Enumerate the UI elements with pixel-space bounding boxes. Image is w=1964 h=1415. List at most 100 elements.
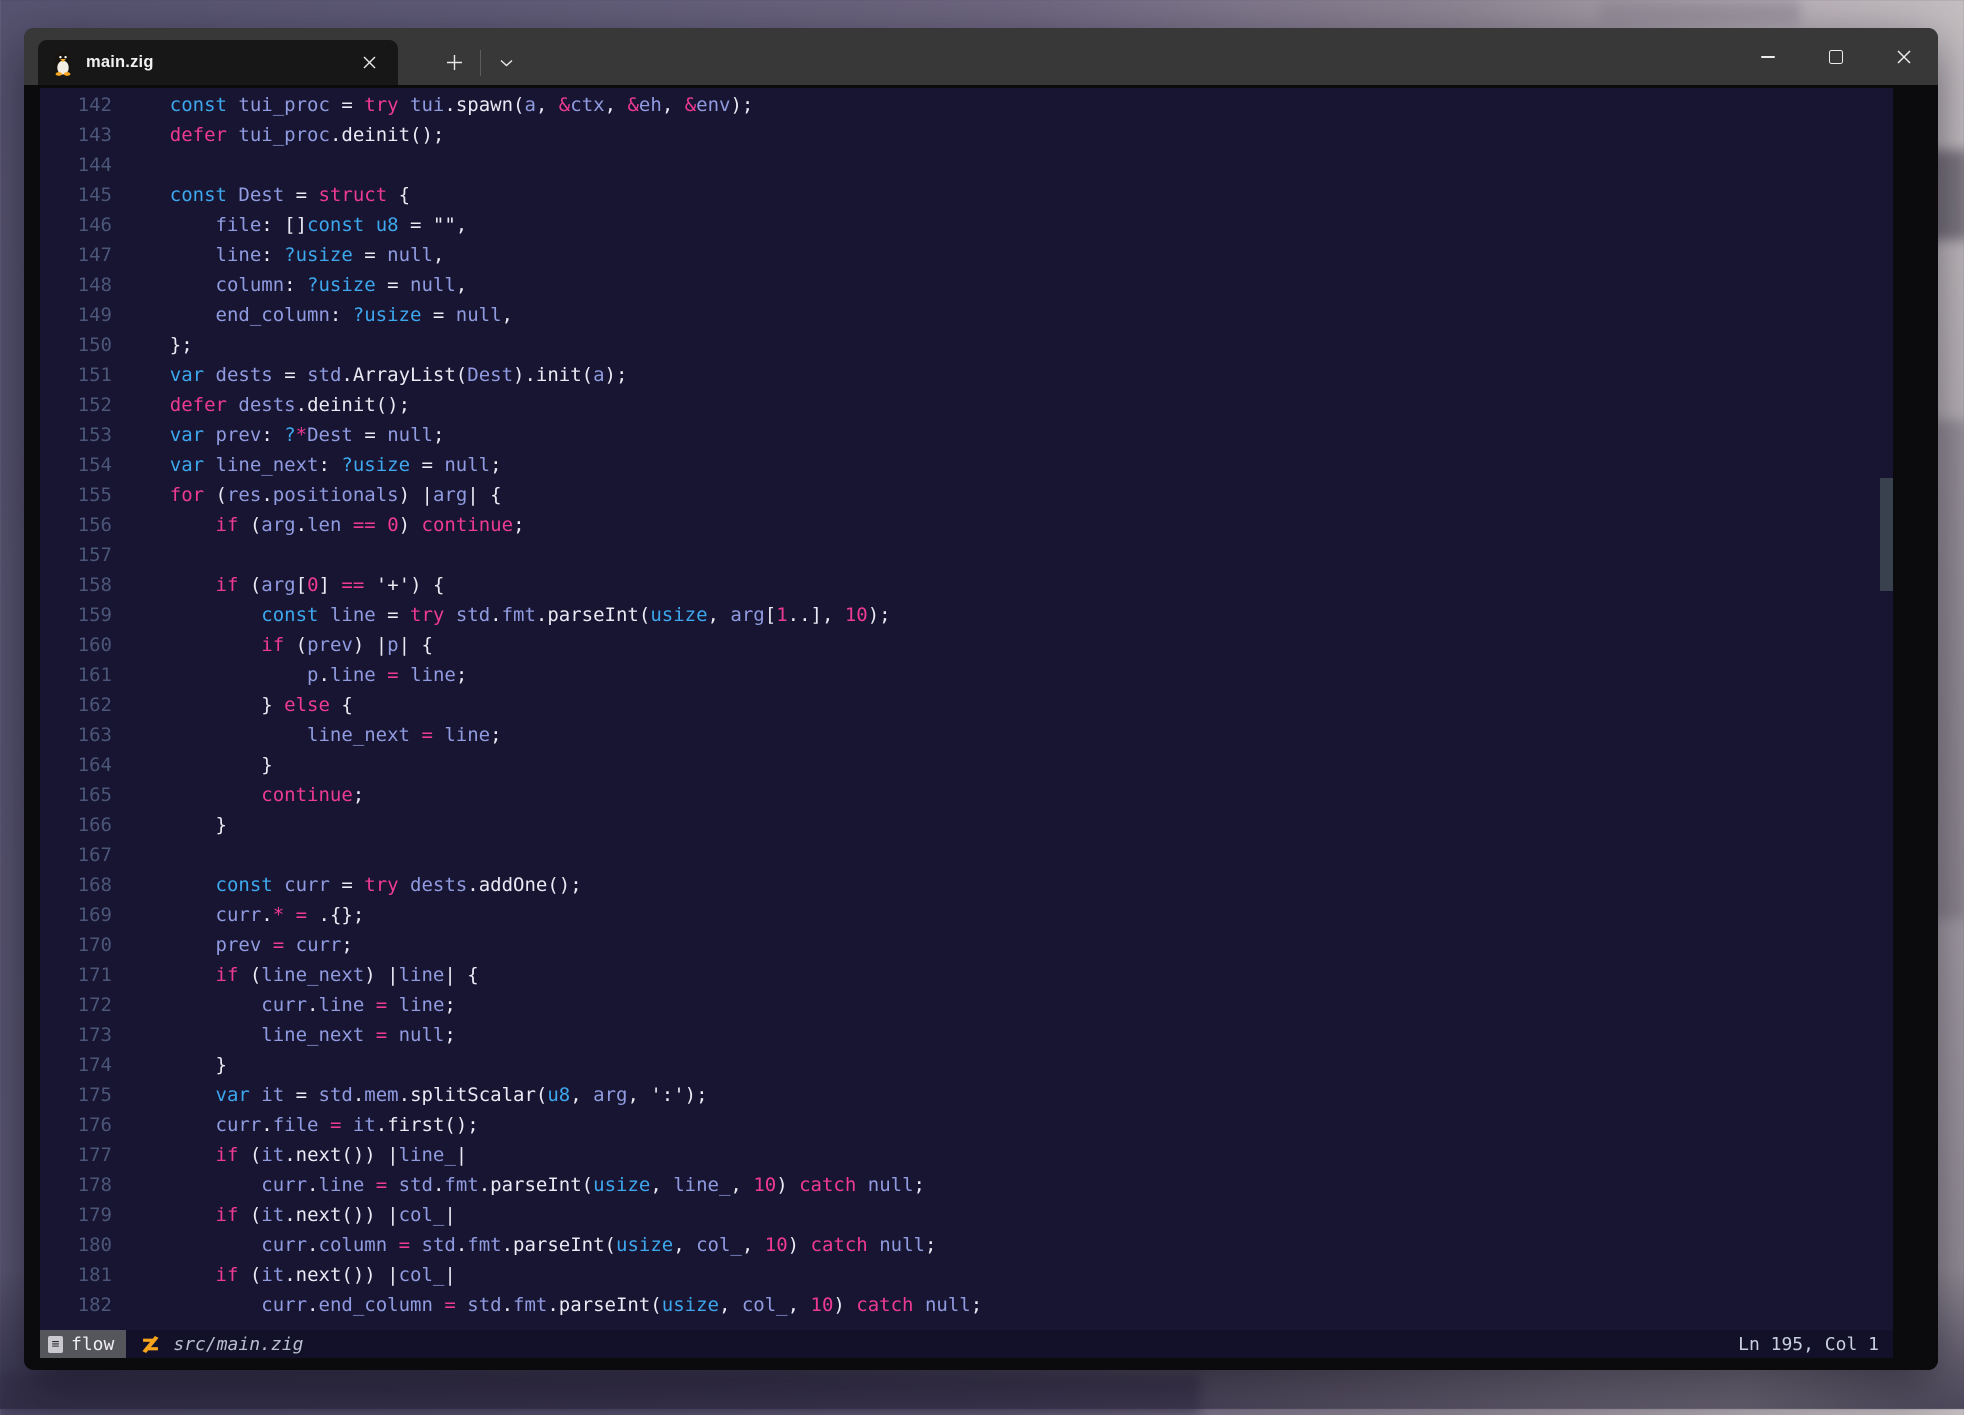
line-number: 146: [40, 210, 112, 240]
code-line[interactable]: 143 defer tui_proc.deinit();: [40, 120, 1893, 150]
code-line[interactable]: 172 curr.line = line;: [40, 990, 1893, 1020]
code-line[interactable]: 167: [40, 840, 1893, 870]
zig-logo-icon: [142, 1336, 159, 1353]
line-number: 149: [40, 300, 112, 330]
code-line[interactable]: 158 if (arg[0] == '+') {: [40, 570, 1893, 600]
line-number: 163: [40, 720, 112, 750]
code-text: var it = std.mem.splitScalar(u8, arg, ':…: [112, 1080, 708, 1110]
code-line[interactable]: 173 line_next = null;: [40, 1020, 1893, 1050]
maximize-icon[interactable]: [1802, 28, 1870, 85]
statusbar-cursor-position[interactable]: Ln 195, Col 1: [1738, 1334, 1879, 1355]
terminal-window: main.zig: [24, 28, 1938, 1370]
code-text: continue;: [112, 780, 364, 810]
code-text: var line_next: ?usize = null;: [112, 450, 502, 480]
code-text: [112, 150, 124, 180]
code-text: curr.line = line;: [112, 990, 456, 1020]
code-line[interactable]: 180 curr.column = std.fmt.parseInt(usize…: [40, 1230, 1893, 1260]
code-line[interactable]: 170 prev = curr;: [40, 930, 1893, 960]
code-text: file: []const u8 = "",: [112, 210, 467, 240]
code-line[interactable]: 182 curr.end_column = std.fmt.parseInt(u…: [40, 1290, 1893, 1320]
line-number: 169: [40, 900, 112, 930]
titlebar: main.zig: [24, 28, 1938, 85]
code-line[interactable]: 162 } else {: [40, 690, 1893, 720]
line-number: 179: [40, 1200, 112, 1230]
tab-main-zig[interactable]: main.zig: [38, 40, 398, 85]
code-text: const tui_proc = try tui.spawn(a, &ctx, …: [112, 90, 753, 120]
code-text: if (it.next()) |col_|: [112, 1200, 456, 1230]
code-line[interactable]: 174 }: [40, 1050, 1893, 1080]
code-text: defer dests.deinit();: [112, 390, 410, 420]
code-text: curr.column = std.fmt.parseInt(usize, co…: [112, 1230, 936, 1260]
line-number: 160: [40, 630, 112, 660]
code-line[interactable]: 177 if (it.next()) |line_|: [40, 1140, 1893, 1170]
line-number: 174: [40, 1050, 112, 1080]
line-number: 145: [40, 180, 112, 210]
line-number: 148: [40, 270, 112, 300]
line-number: 158: [40, 570, 112, 600]
code-text: end_column: ?usize = null,: [112, 300, 513, 330]
code-line[interactable]: 164 }: [40, 750, 1893, 780]
window-caption-buttons: [1734, 28, 1938, 85]
wallpaper-streak: [0, 1375, 1200, 1415]
line-number: 154: [40, 450, 112, 480]
tux-penguin-icon: [52, 50, 74, 76]
code-line[interactable]: 169 curr.* = .{};: [40, 900, 1893, 930]
code-text: if (arg[0] == '+') {: [112, 570, 444, 600]
new-tab-icon[interactable]: [432, 40, 476, 85]
code-text: defer tui_proc.deinit();: [112, 120, 444, 150]
code-line[interactable]: 147 line: ?usize = null,: [40, 240, 1893, 270]
code-line[interactable]: 176 curr.file = it.first();: [40, 1110, 1893, 1140]
statusbar-file-path[interactable]: src/main.zig: [173, 1334, 303, 1355]
code-line[interactable]: 168 const curr = try dests.addOne();: [40, 870, 1893, 900]
code-text: const curr = try dests.addOne();: [112, 870, 582, 900]
code-text: if (it.next()) |col_|: [112, 1260, 456, 1290]
code-line[interactable]: 161 p.line = line;: [40, 660, 1893, 690]
code-line[interactable]: 152 defer dests.deinit();: [40, 390, 1893, 420]
code-line[interactable]: 179 if (it.next()) |col_|: [40, 1200, 1893, 1230]
code-line[interactable]: 157: [40, 540, 1893, 570]
code-text: for (res.positionals) |arg| {: [112, 480, 502, 510]
line-number: 167: [40, 840, 112, 870]
line-number: 161: [40, 660, 112, 690]
code-line[interactable]: 146 file: []const u8 = "",: [40, 210, 1893, 240]
code-line[interactable]: 166 }: [40, 810, 1893, 840]
line-number: 157: [40, 540, 112, 570]
code-line[interactable]: 171 if (line_next) |line| {: [40, 960, 1893, 990]
code-line[interactable]: 160 if (prev) |p| {: [40, 630, 1893, 660]
code-line[interactable]: 159 const line = try std.fmt.parseInt(us…: [40, 600, 1893, 630]
code-area[interactable]: 142 const tui_proc = try tui.spawn(a, &c…: [40, 88, 1893, 1330]
code-line[interactable]: 181 if (it.next()) |col_|: [40, 1260, 1893, 1290]
code-line[interactable]: 163 line_next = line;: [40, 720, 1893, 750]
line-number: 164: [40, 750, 112, 780]
code-line[interactable]: 144: [40, 150, 1893, 180]
code-line[interactable]: 145 const Dest = struct {: [40, 180, 1893, 210]
code-line[interactable]: 155 for (res.positionals) |arg| {: [40, 480, 1893, 510]
tab-close-icon[interactable]: [354, 48, 384, 78]
statusbar-app-chip[interactable]: ≡ flow: [40, 1330, 126, 1358]
code-line[interactable]: 148 column: ?usize = null,: [40, 270, 1893, 300]
code-line[interactable]: 175 var it = std.mem.splitScalar(u8, arg…: [40, 1080, 1893, 1110]
code-text: if (prev) |p| {: [112, 630, 433, 660]
code-line[interactable]: 178 curr.line = std.fmt.parseInt(usize, …: [40, 1170, 1893, 1200]
titlebar-separator: [480, 50, 481, 76]
code-line[interactable]: 154 var line_next: ?usize = null;: [40, 450, 1893, 480]
window-close-icon[interactable]: [1870, 28, 1938, 85]
code-text: prev = curr;: [112, 930, 353, 960]
code-line[interactable]: 156 if (arg.len == 0) continue;: [40, 510, 1893, 540]
tab-dropdown-chevron-icon[interactable]: [486, 40, 526, 85]
code-line[interactable]: 153 var prev: ?*Dest = null;: [40, 420, 1893, 450]
code-text: curr.line = std.fmt.parseInt(usize, line…: [112, 1170, 925, 1200]
app-name: flow: [71, 1334, 114, 1355]
code-line[interactable]: 142 const tui_proc = try tui.spawn(a, &c…: [40, 90, 1893, 120]
code-line[interactable]: 149 end_column: ?usize = null,: [40, 300, 1893, 330]
code-line[interactable]: 165 continue;: [40, 780, 1893, 810]
code-text: if (arg.len == 0) continue;: [112, 510, 525, 540]
scrollbar-thumb[interactable]: [1880, 478, 1893, 591]
line-number: 143: [40, 120, 112, 150]
line-number: 181: [40, 1260, 112, 1290]
minimize-icon[interactable]: [1734, 28, 1802, 85]
flow-editor[interactable]: 142 const tui_proc = try tui.spawn(a, &c…: [40, 88, 1893, 1358]
code-line[interactable]: 150 };: [40, 330, 1893, 360]
code-text: const line = try std.fmt.parseInt(usize,…: [112, 600, 891, 630]
code-line[interactable]: 151 var dests = std.ArrayList(Dest).init…: [40, 360, 1893, 390]
